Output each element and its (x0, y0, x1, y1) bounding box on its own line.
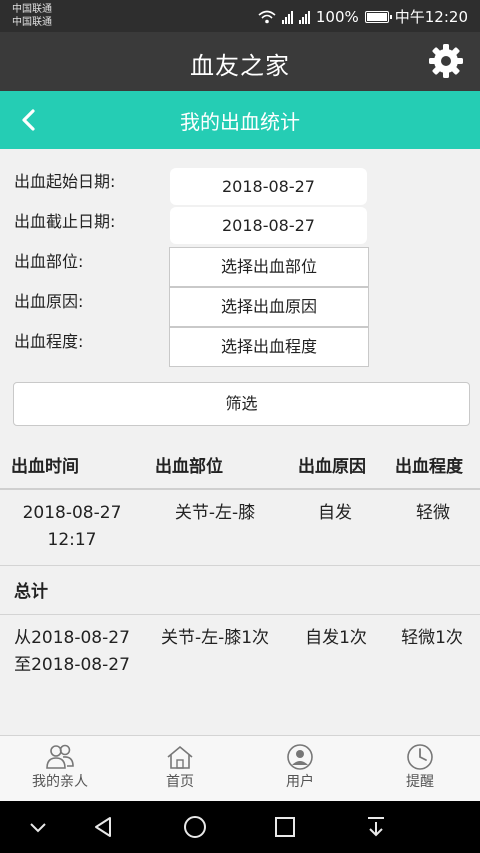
end-date-label: 出血截止日期: (14, 212, 116, 231)
notification-pull-icon[interactable] (362, 813, 390, 841)
cause-select[interactable]: 选择出血原因 (169, 287, 369, 327)
home-circle-icon[interactable] (181, 813, 209, 841)
filter-button[interactable]: 筛选 (13, 382, 470, 426)
carrier-1: 中国联通 (12, 4, 52, 15)
clock-icon (407, 744, 433, 770)
total-location: 关节-左-膝1次 (160, 628, 270, 648)
column-header-location: 出血部位 (155, 457, 223, 477)
nav-label-user: 用户 (286, 774, 314, 790)
start-date-field[interactable]: 2018-08-27 (170, 168, 367, 205)
divider (0, 614, 480, 615)
cell-time: 2018-08-27 12:17 (20, 500, 124, 554)
total-range-to: 至2018-08-27 (14, 655, 130, 675)
recent-apps-icon[interactable] (271, 813, 299, 841)
divider (0, 488, 480, 490)
cell-severity: 轻微 (416, 503, 450, 523)
total-range: 从2018-08-27 至2018-08-27 (8, 625, 136, 679)
carrier-2: 中国联通 (12, 17, 52, 28)
battery-icon (364, 10, 392, 23)
total-label: 总计 (14, 582, 48, 602)
app-title: 血友之家 (190, 52, 290, 80)
user-icon (287, 744, 313, 770)
cell-cause: 自发 (318, 503, 352, 523)
total-severity: 轻微1次 (401, 628, 463, 648)
nav-item-user[interactable]: 用户 (240, 744, 360, 791)
nav-item-home[interactable]: 首页 (120, 744, 240, 791)
system-nav-bar (0, 801, 480, 853)
location-label: 出血部位: (14, 252, 84, 271)
column-header-time: 出血时间 (11, 457, 79, 477)
end-date-field[interactable]: 2018-08-27 (170, 207, 367, 244)
nav-label-reminder: 提醒 (406, 774, 434, 790)
home-icon (167, 745, 193, 769)
cause-label: 出血原因: (14, 292, 84, 311)
start-date-label: 出血起始日期: (14, 172, 116, 191)
divider (0, 565, 480, 566)
wifi-icon (258, 10, 276, 23)
nav-item-family[interactable]: 我的亲人 (0, 744, 120, 791)
cell-time-date: 2018-08-27 (22, 503, 122, 523)
family-icon (46, 744, 74, 769)
total-range-from: 从2018-08-27 (14, 628, 130, 648)
status-indicators: 100% 中午12:20 (258, 6, 468, 27)
severity-label: 出血程度: (14, 332, 84, 351)
column-header-cause: 出血原因 (298, 457, 366, 477)
status-bar: 中国联通 中国联通 100% 中午12:20 (0, 0, 480, 32)
signal-icon (281, 10, 293, 24)
severity-select[interactable]: 选择出血程度 (169, 327, 369, 367)
signal-icon (298, 10, 310, 24)
carrier-info: 中国联通 中国联通 (12, 3, 52, 29)
page-bar: 我的出血统计 (0, 91, 480, 149)
nav-label-home: 首页 (166, 774, 194, 790)
back-triangle-icon[interactable] (90, 813, 118, 841)
cell-location: 关节-左-膝 (174, 503, 256, 523)
nav-label-family: 我的亲人 (32, 774, 88, 790)
app-header: 血友之家 (0, 32, 480, 91)
clock-time: 中午12:20 (394, 8, 468, 26)
nav-item-reminder[interactable]: 提醒 (360, 744, 480, 791)
cell-time-clock: 12:17 (47, 530, 97, 550)
gear-icon[interactable] (428, 43, 464, 79)
page-title: 我的出血统计 (180, 110, 300, 134)
total-cause: 自发1次 (305, 628, 367, 648)
chevron-down-icon[interactable] (24, 813, 52, 841)
location-select[interactable]: 选择出血部位 (169, 247, 369, 287)
bottom-nav: 我的亲人 首页 用户 提醒 (0, 735, 480, 801)
battery-percent: 100% (315, 7, 359, 26)
column-header-severity: 出血程度 (395, 457, 463, 477)
